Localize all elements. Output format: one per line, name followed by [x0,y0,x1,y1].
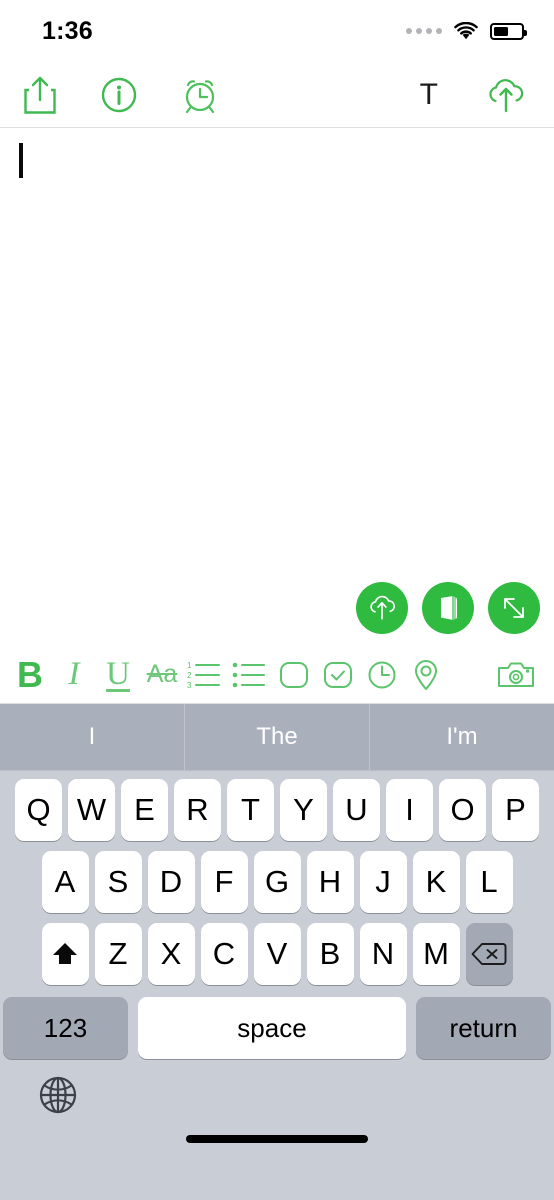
battery-icon [490,22,527,40]
globe-key[interactable] [38,1075,78,1118]
checkbox-empty-button[interactable] [272,653,316,697]
key-q[interactable]: Q [15,779,62,841]
floating-action-buttons [356,582,540,634]
key-z[interactable]: Z [94,923,142,985]
numbered-list-button[interactable]: 1 2 3 [184,653,228,697]
key-x[interactable]: X [147,923,195,985]
italic-label: I [68,656,80,692]
alarm-clock-icon[interactable] [180,75,220,115]
space-key[interactable]: space [138,997,406,1059]
key-k[interactable]: K [412,851,460,913]
key-e[interactable]: E [121,779,168,841]
notebook-fab[interactable] [422,582,474,634]
checkbox-checked-button[interactable] [316,653,360,697]
italic-button[interactable]: I [52,653,96,697]
keyboard-row-2: A S D F G H J K L [0,843,554,915]
key-c[interactable]: C [200,923,248,985]
format-toolbar: B I U Aa 1 2 3 [0,646,554,704]
home-indicator [186,1135,368,1143]
return-key[interactable]: return [416,997,551,1059]
key-s[interactable]: S [94,851,142,913]
bulleted-list-button[interactable] [228,653,272,697]
wifi-icon [454,21,478,39]
text-format-label: T [419,77,438,111]
underline-label: U [106,656,130,692]
key-i[interactable]: I [386,779,433,841]
svg-text:3: 3 [187,681,192,690]
keyboard-row-4: 123 space return [0,987,554,1061]
share-icon[interactable] [22,75,58,115]
strikethrough-button[interactable]: Aa [140,653,184,697]
key-g[interactable]: G [253,851,301,913]
key-o[interactable]: O [439,779,486,841]
bold-button[interactable]: B [8,653,52,697]
suggestion-2[interactable]: I'm [370,704,554,770]
signal-dots-icon [406,28,442,34]
cloud-upload-fab[interactable] [356,582,408,634]
app-toolbar: T [0,62,554,128]
suggestion-bar: I The I'm [0,704,554,771]
strikethrough-label: Aa [146,660,178,688]
delete-key[interactable] [465,923,513,985]
svg-text:1: 1 [187,661,192,670]
svg-text:2: 2 [187,671,192,680]
key-d[interactable]: D [147,851,195,913]
key-y[interactable]: Y [280,779,327,841]
phone-screen: 1:36 T B I U Aa 1 2 3 I The I'm Q W E R … [0,0,554,1200]
numbers-key[interactable]: 123 [3,997,128,1059]
bold-label: B [17,653,43,695]
key-f[interactable]: F [200,851,248,913]
info-icon[interactable] [100,76,138,114]
key-h[interactable]: H [306,851,354,913]
cloud-upload-icon[interactable] [484,75,528,115]
key-u[interactable]: U [333,779,380,841]
text-caret [19,143,23,178]
toolbar-left-group [0,75,220,115]
keyboard: I The I'm Q W E R T Y U I O P A S D F G … [0,704,554,1200]
key-r[interactable]: R [174,779,221,841]
camera-button[interactable] [494,653,538,697]
underline-button[interactable]: U [96,653,140,697]
key-j[interactable]: J [359,851,407,913]
key-m[interactable]: M [412,923,460,985]
key-p[interactable]: P [492,779,539,841]
keyboard-row-3: Z X C V B N M [0,915,554,987]
keyboard-row-1: Q W E R T Y U I O P [0,771,554,843]
clock-button[interactable] [360,653,404,697]
shift-key[interactable] [41,923,89,985]
location-pin-button[interactable] [404,653,448,697]
keyboard-bottom-bar [0,1061,554,1161]
key-n[interactable]: N [359,923,407,985]
key-t[interactable]: T [227,779,274,841]
suggestion-1[interactable]: The [185,704,370,770]
status-indicators [406,21,527,41]
key-l[interactable]: L [465,851,513,913]
key-w[interactable]: W [68,779,115,841]
status-time: 1:36 [42,16,93,45]
key-v[interactable]: V [253,923,301,985]
suggestion-0[interactable]: I [0,704,185,770]
expand-fab[interactable] [488,582,540,634]
status-bar: 1:36 [0,0,554,62]
text-format-icon[interactable]: T [419,77,438,111]
key-a[interactable]: A [41,851,89,913]
note-editor[interactable] [0,129,554,646]
key-b[interactable]: B [306,923,354,985]
toolbar-right-group: T [420,75,554,115]
